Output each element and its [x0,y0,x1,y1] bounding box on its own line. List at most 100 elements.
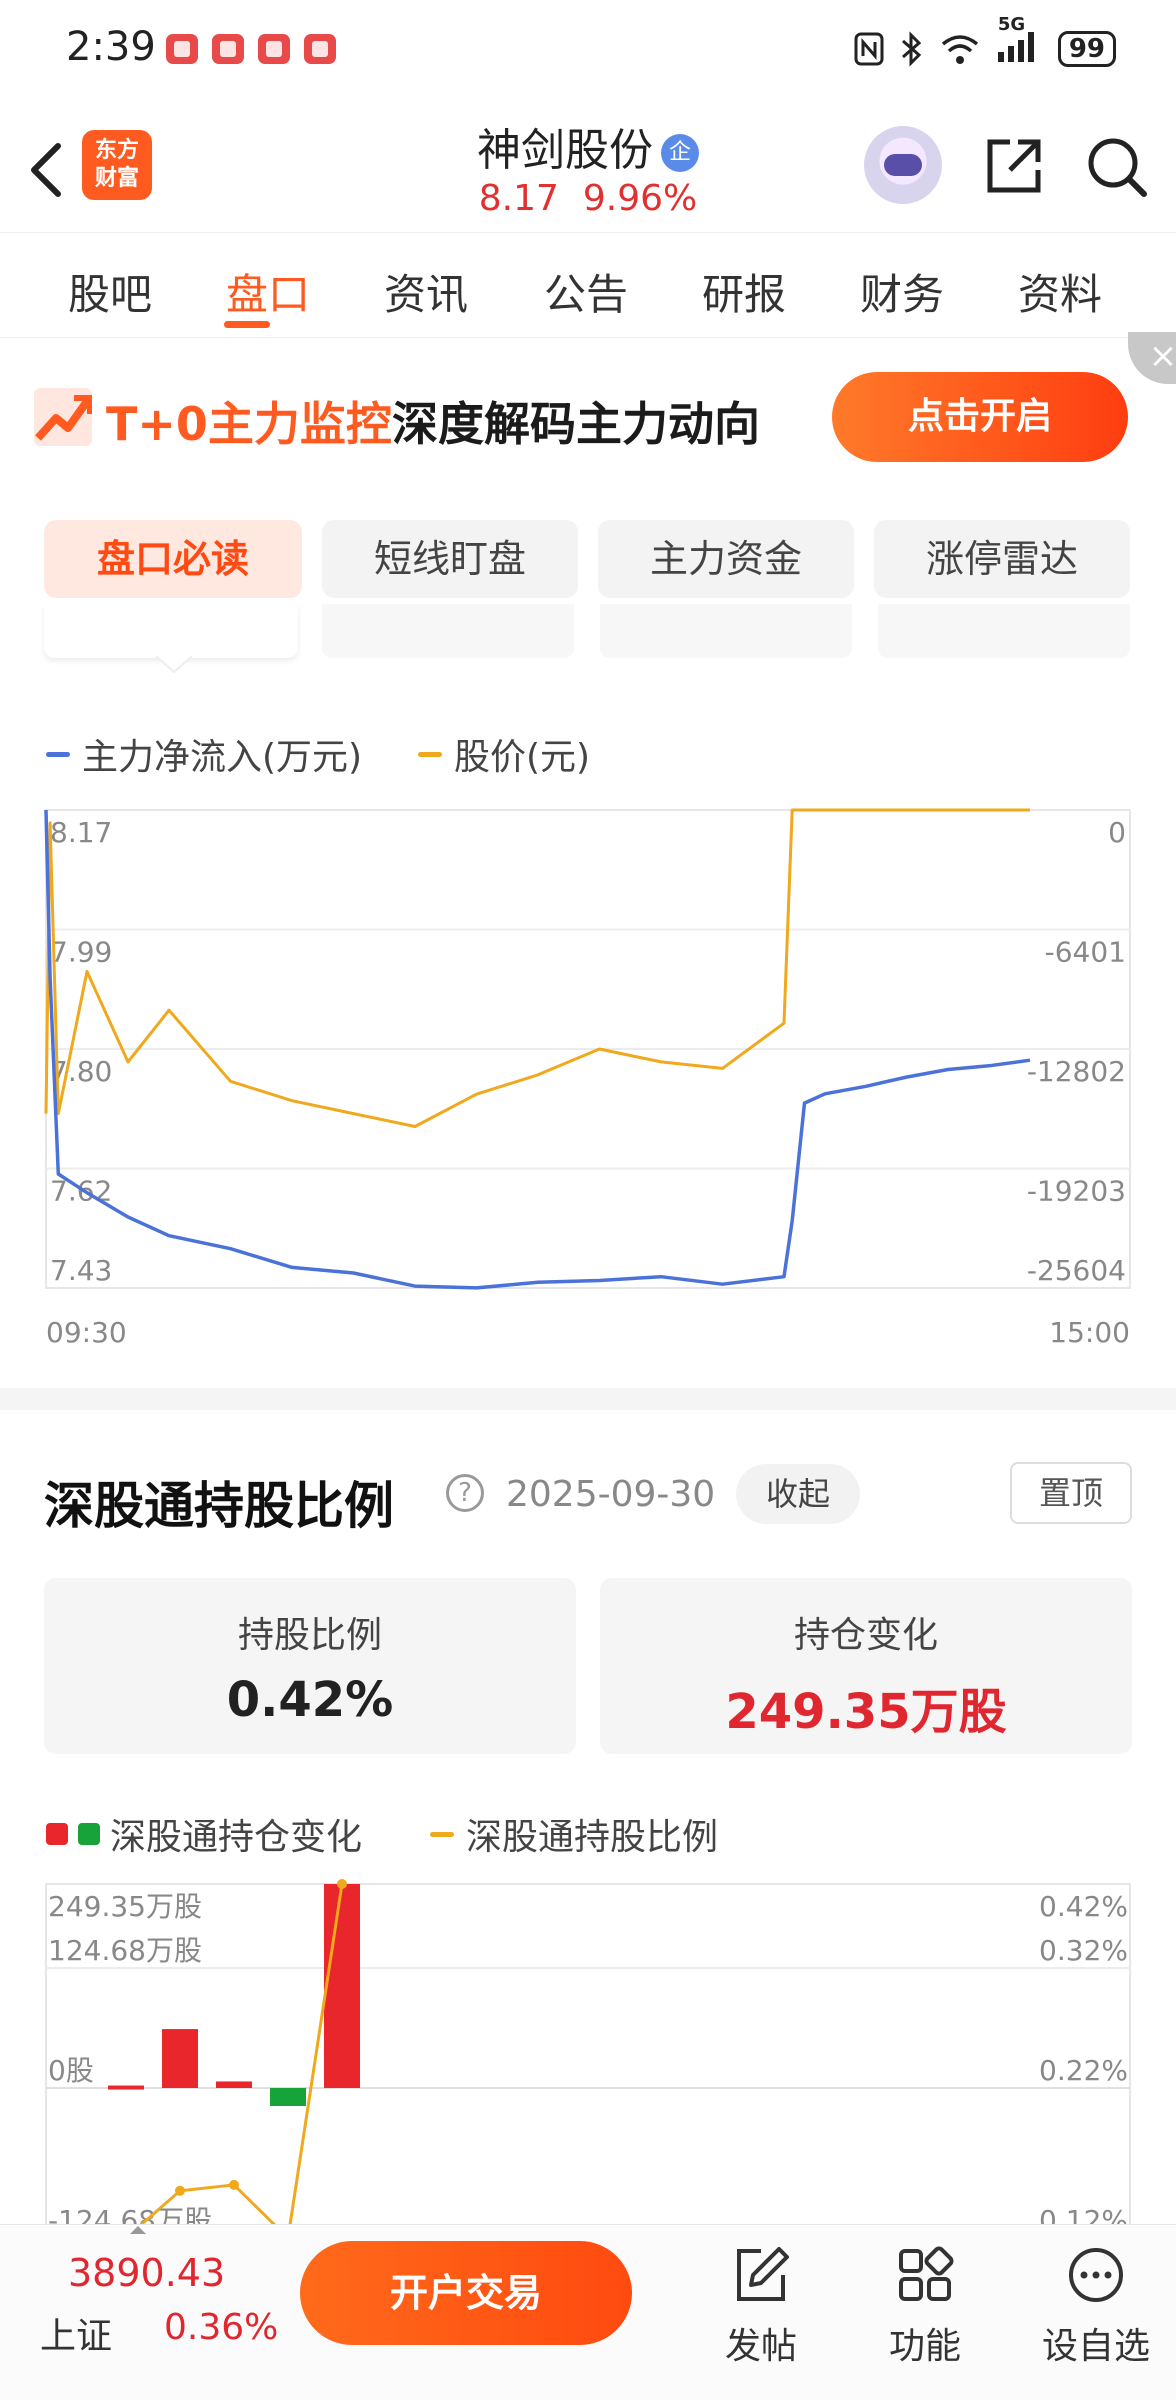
index-value[interactable]: 3890.43 [68,2251,225,2295]
ratio-point [175,2185,185,2196]
ratio-value: 0.42% [226,1672,394,1728]
stock-name: 神剑股份 [477,125,653,176]
tab-guba[interactable]: 股吧 [68,261,152,322]
nav-functions-label: 功能 [888,2326,961,2367]
stock-header: 东方 财富 神剑股份企 8.17 9.96% [0,100,1176,232]
legend-square-green [78,1823,100,1845]
ratio-card: 持股比例 0.42% [44,1578,576,1754]
status-bar: 2:39 5G 99 [0,0,1176,100]
position-change-label: 持仓变化 [793,1615,938,1656]
ai-assistant-icon[interactable] [864,126,942,204]
legend-price-label: 股价(元) [454,737,591,778]
collapse-button[interactable]: 收起 [736,1464,860,1524]
ratio-label: 持股比例 [237,1615,382,1656]
legend-square-red [46,1823,68,1845]
y-left-tick: 8.17 [50,816,112,849]
pin-top-button[interactable]: 置顶 [1010,1462,1132,1524]
network-type: 5G [997,14,1026,35]
card-peek [878,604,1130,658]
y-right-tick: -25604 [1027,1254,1126,1287]
nav-post[interactable]: 发帖 [706,2245,816,2369]
tab-research[interactable]: 研报 [702,261,786,322]
notification-icon [304,34,336,64]
nav-add-watchlist-label: 设自选 [1041,2326,1150,2367]
subtab-main-funds[interactable]: 主力资金 [598,520,854,598]
grid-icon [899,2246,954,2301]
card-peek [44,604,298,658]
pointer-arrow [156,656,192,674]
open-account-trade-button[interactable]: 开户交易 [300,2241,632,2345]
bar-holding-change [324,1884,360,2088]
legend-line-orange [418,751,442,757]
legend-holding-ratio-label: 深股通持股比例 [466,1817,719,1858]
tab-pankou[interactable]: 盘口 [226,261,310,322]
tab-profile[interactable]: 资料 [1018,261,1102,322]
active-tab-indicator [224,321,270,328]
nav-functions[interactable]: 功能 [870,2245,980,2369]
y-left-tick: 7.80 [50,1055,112,1088]
index-change[interactable]: 0.36% [164,2307,278,2348]
expand-up-icon [130,2226,146,2234]
y-right-tick: -19203 [1027,1175,1126,1208]
nfc-icon [854,32,884,66]
legend-holding-change-label: 深股通持仓变化 [110,1817,363,1858]
y-left-tick: 7.99 [50,936,112,969]
status-time: 2:39 [66,24,156,70]
subtab-limit-up-radar[interactable]: 涨停雷达 [874,520,1130,598]
y-left-tick: 249.35万股 [48,1890,202,1923]
y-right-tick: 0 [1108,816,1126,849]
x-tick: 15:00 [1049,1316,1130,1349]
search-icon[interactable] [1084,134,1150,200]
y-left-tick: 0股 [48,2054,94,2087]
more-icon [1069,2248,1123,2302]
y-right-tick: -6401 [1045,936,1126,969]
notification-icon [258,34,290,64]
x-tick: 09:30 [46,1316,127,1349]
y-right-tick: 0.42% [1039,1890,1128,1923]
fund-flow-chart: 8.177.997.807.627.430-6401-12802-19203-2… [44,808,1131,1349]
promo-text: T+0主力监控深度解码主力动向 [106,388,760,454]
chart-frame [45,1883,1131,2226]
y-right-tick: 0.22% [1039,2054,1128,2087]
promo-banner[interactable]: T+0主力监控深度解码主力动向 点击开启 [0,338,1176,498]
y-left-tick: -124.68万股 [48,2204,212,2226]
notification-icon [212,34,244,64]
promo-open-button[interactable]: 点击开启 [832,372,1128,462]
section-divider [0,1388,1176,1410]
nav-add-watchlist[interactable]: 设自选 [1036,2245,1156,2369]
battery-indicator: 99 [1057,31,1116,67]
help-icon[interactable]: ? [446,1474,484,1512]
main-tabs: 股吧 盘口 资讯 公告 研报 财务 资料 [0,232,1176,338]
tab-news[interactable]: 资讯 [384,261,468,322]
legend-holding-ratio: 深股通持股比例 [430,1808,718,1860]
promo-description: 深度解码主力动向 [391,397,760,451]
app-root: 2:39 5G 99 东方 财富 神剑股份企 8.17 9.96% 股吧 盘口 … [0,0,1176,2400]
bluetooth-icon [901,31,922,67]
subtab-must-read[interactable]: 盘口必读 [44,520,302,598]
position-change-value: 249.35万股 [725,1684,1007,1740]
tab-finance[interactable]: 财务 [860,261,944,322]
subtab-short-term[interactable]: 短线盯盘 [322,520,578,598]
y-right-tick: 0.32% [1039,1934,1128,1967]
y-left-tick: 7.43 [50,1254,112,1287]
y-right-tick: 0.12% [1039,2204,1128,2226]
position-change-card: 持仓变化 249.35万股 [600,1578,1132,1754]
ratio-point [229,2179,239,2190]
bar-holding-change [216,2081,252,2088]
signal-5g-icon: 5G [996,14,1042,70]
ratio-point [337,1879,347,1889]
section-date: 2025-09-30 [506,1474,716,1515]
edit-icon [737,2247,789,2301]
holding-chart: 249.35万股 124.68万股 0股 -124.68万股 0.42% 0.32% 0.2… [45,1879,1131,2226]
legend-flow: 主力净流入(万元) [46,728,362,780]
status-icons: 5G 99 [854,14,1116,70]
index-name[interactable]: 上证 [40,2307,112,2359]
legend-price: 股价(元) [418,728,590,780]
card-peek [600,604,852,658]
bar-holding-change [108,2085,144,2090]
tab-announcements[interactable]: 公告 [544,261,628,322]
bottom-bar: 3890.43 上证 0.36% 开户交易 发帖 功能 设自选 [0,2224,1176,2400]
stock-change-pct: 9.96% [582,178,698,219]
legend-line-blue [46,751,70,757]
share-icon[interactable] [982,134,1046,198]
